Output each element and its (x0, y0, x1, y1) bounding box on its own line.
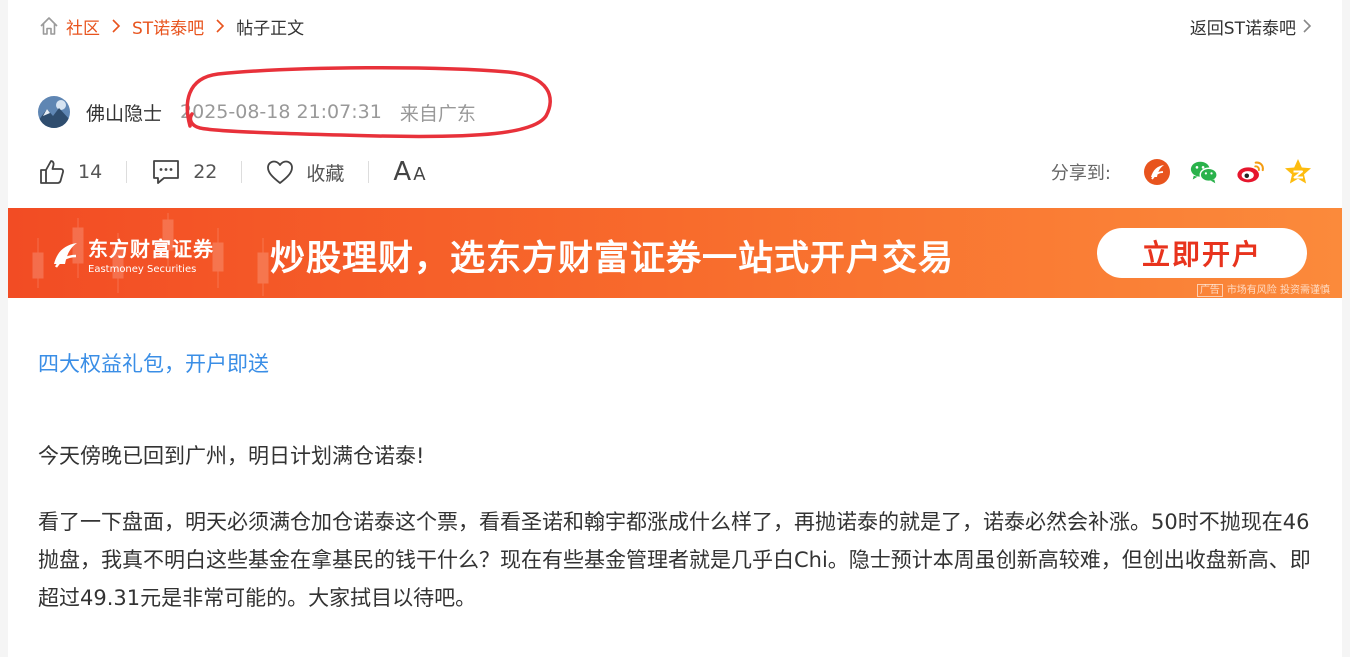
action-bar: 14 22 收藏 A A 分享到: (38, 154, 1313, 190)
heart-icon (266, 159, 294, 185)
comment-count: 22 (193, 161, 218, 183)
chevron-right-icon (215, 19, 225, 33)
post-content: 四大权益礼包，开户即送 今天傍晚已回到广州，明日计划满仓诺泰! 看了一下盘面，明… (8, 298, 1342, 657)
divider (368, 161, 370, 183)
favorite-button[interactable]: 收藏 (266, 159, 344, 186)
share-group: 分享到: (1051, 157, 1313, 187)
like-count: 14 (78, 161, 103, 183)
favorite-label: 收藏 (306, 162, 345, 185)
author-row: 佛山隐士 2025-08-18 21:07:31 来自广东 (38, 94, 476, 130)
divider (241, 161, 243, 183)
divider (126, 161, 128, 183)
breadcrumb: 社区 ST诺泰吧 帖子正文 (38, 14, 305, 39)
post-time: 2025-08-18 21:07:31 (180, 101, 382, 123)
logo-en-text: Eastmoney Securities (88, 264, 197, 275)
chevron-right-icon (1302, 19, 1312, 33)
eastmoney-logo-icon (50, 238, 82, 270)
breadcrumb-current: 帖子正文 (236, 18, 305, 39)
home-icon[interactable] (38, 15, 60, 37)
post-header: 社区 ST诺泰吧 帖子正文 返回ST诺泰吧 佛山隐士 2025-08-18 21… (8, 0, 1342, 208)
ad-disclaimer: 广告 市场有风险 投资需谨慎 (1196, 281, 1330, 297)
breadcrumb-forum[interactable]: ST诺泰吧 (132, 14, 204, 39)
post-location: 来自广东 (399, 102, 476, 125)
logo-cn-text: 东方财富证券 (88, 237, 214, 261)
breadcrumb-community[interactable]: 社区 (66, 14, 100, 39)
post-paragraph-1: 今天傍晚已回到广州，明日计划满仓诺泰! (38, 444, 425, 468)
wechat-icon[interactable] (1189, 157, 1219, 187)
eastmoney-icon[interactable] (1142, 157, 1172, 187)
ad-tag: 广告 (1196, 284, 1223, 297)
thumbs-up-icon (38, 158, 66, 186)
comment-icon (151, 158, 181, 186)
open-account-button[interactable]: 立即开户 (1097, 228, 1307, 278)
qzone-icon[interactable] (1283, 157, 1313, 187)
ad-banner[interactable]: 东方财富证券 Eastmoney Securities 炒股理财，选东方财富证券… (8, 208, 1342, 298)
font-size-small-glyph: A (413, 164, 426, 185)
back-link-label: 返回ST诺泰吧 (1189, 18, 1296, 39)
weibo-icon[interactable] (1236, 157, 1266, 187)
like-button[interactable]: 14 (38, 158, 102, 186)
chevron-right-icon (111, 19, 121, 33)
post-paragraph-2: 看了一下盘面，明天必须满仓加仓诺泰这个票，看看圣诺和翰宇都涨成什么样了，再抛诺泰… (38, 510, 1311, 610)
comment-button[interactable]: 22 (151, 158, 217, 186)
banner-slogan: 炒股理财，选东方财富证券一站式开户交易 (270, 239, 955, 279)
font-size-large-glyph: A (393, 157, 412, 187)
avatar[interactable] (38, 96, 70, 128)
promo-link[interactable]: 四大权益礼包，开户即送 (38, 348, 269, 378)
author-name[interactable]: 佛山隐士 (86, 99, 162, 126)
ad-note-text: 市场有风险 投资需谨慎 (1226, 285, 1330, 296)
eastmoney-logo: 东方财富证券 Eastmoney Securities (50, 232, 240, 276)
font-size-button[interactable]: A A (393, 157, 425, 187)
share-label: 分享到: (1050, 163, 1111, 184)
back-to-forum-link[interactable]: 返回ST诺泰吧 (1189, 14, 1312, 39)
